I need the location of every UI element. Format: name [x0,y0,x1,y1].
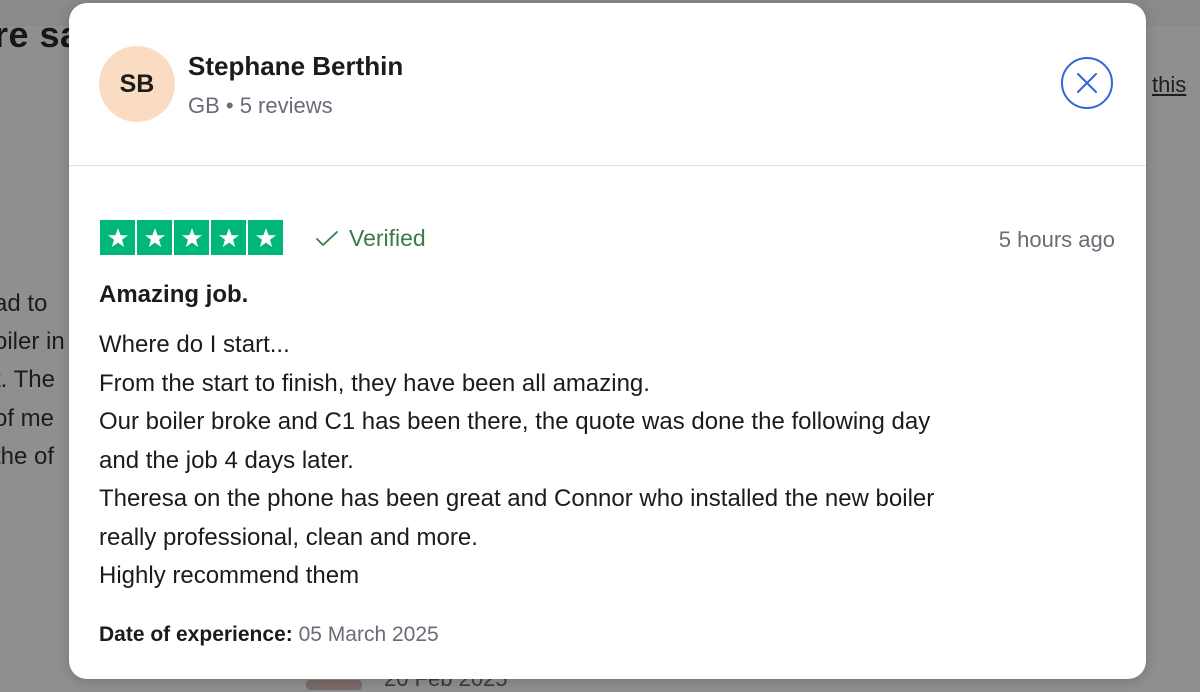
avatar-initials: SB [119,69,155,98]
background-link[interactable]: this [1152,72,1186,98]
date-of-experience-label: Date of experience: [99,623,293,646]
verified-label: Verified [349,225,426,251]
review-body-line: Theresa on the phone has been great and … [99,485,935,512]
background-badge [306,680,362,690]
star-icon [211,220,246,255]
reviewer-meta: GB • 5 reviews [188,93,333,118]
modal-header: SB Stephane Berthin GB • 5 reviews [69,3,1146,166]
background-text-line: of me [0,405,55,432]
background-text-line: ad to [0,290,48,317]
star-rating [100,220,283,255]
close-button[interactable] [1061,57,1113,109]
date-of-experience: Date of experience: 05 March 2025 [99,623,439,647]
background-text-line: the of [0,443,55,470]
star-icon [248,220,283,255]
review-body-line: Our boiler broke and C1 has been there, … [99,408,931,435]
review-body-line: From the start to finish, they have been… [99,369,650,397]
review-modal: SB Stephane Berthin GB • 5 reviews Verif… [69,3,1146,679]
reviewer-name[interactable]: Stephane Berthin [188,51,403,82]
background-text-line: oiler in [0,328,65,355]
checkmark-icon [316,230,338,246]
review-body-line: and the job 4 days later. [99,446,354,474]
avatar: SB [99,46,175,122]
star-icon [100,220,135,255]
verified-badge[interactable]: Verified [315,225,426,252]
review-time: 5 hours ago [998,227,1115,252]
review-body: Where do I start... From the start to fi… [99,326,1109,596]
review-title: Amazing job. [99,281,249,308]
background-text-line: t. The [0,366,55,393]
star-icon [174,220,209,255]
review-body-line: Highly recommend them [99,562,360,589]
review-body-line: Where do I start... [99,331,290,358]
review-body-line: really professional, clean and more. [99,523,478,551]
date-of-experience-value: 05 March 2025 [298,623,439,646]
star-icon [137,220,172,255]
close-icon [1077,73,1097,93]
